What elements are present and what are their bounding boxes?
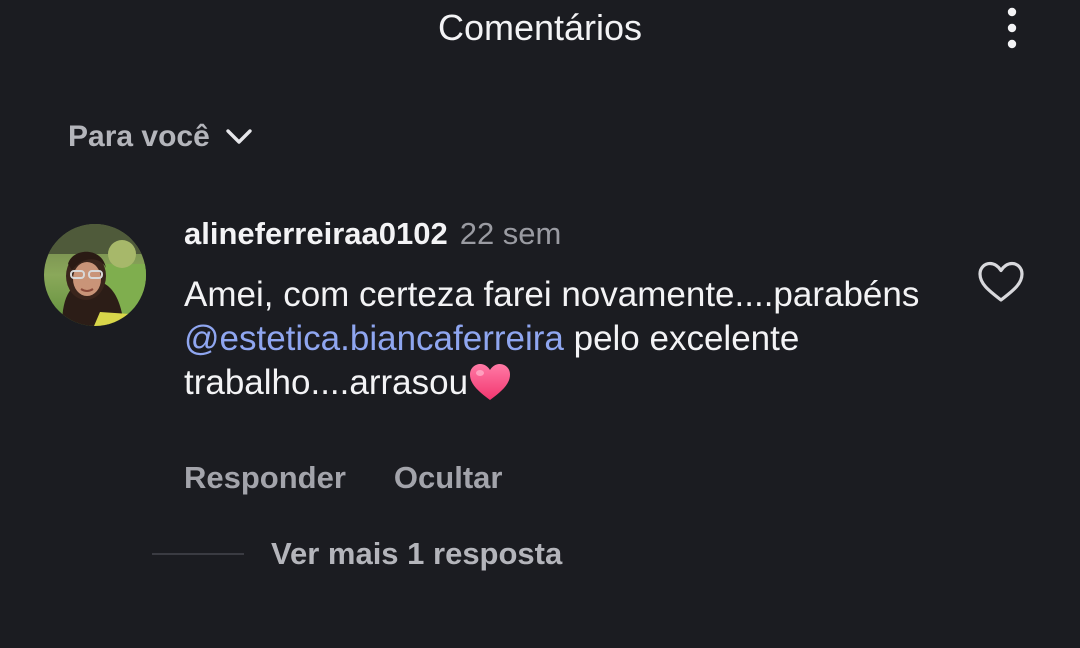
comments-screen: Comentários Para você alineferreiraa0102… (0, 0, 1080, 648)
filter-label: Para você (68, 120, 210, 153)
view-replies-row: Ver mais 1 resposta (152, 536, 562, 572)
reply-button[interactable]: Responder (184, 460, 346, 496)
mention-link[interactable]: @estetica.biancaferreira (184, 319, 564, 358)
heart-outline-icon (978, 261, 1024, 302)
chevron-down-icon (226, 129, 252, 144)
more-options-button[interactable] (992, 4, 1032, 52)
pink-heart-emoji (470, 364, 511, 400)
username-link[interactable]: alineferreiraa0102 (184, 216, 448, 252)
like-button[interactable] (974, 258, 1028, 306)
user-photo (44, 224, 146, 326)
comment-text: Amei, com certeza farei novamente....par… (184, 273, 944, 405)
vertical-ellipsis-icon (1007, 7, 1017, 49)
view-more-replies-button[interactable]: Ver mais 1 resposta (271, 536, 562, 572)
comment-actions: Responder Ocultar (184, 460, 502, 496)
avatar[interactable] (44, 224, 146, 326)
sort-filter-dropdown[interactable]: Para você (68, 115, 254, 159)
divider (152, 553, 244, 555)
comment-text-part: Amei, com certeza farei novamente....par… (184, 275, 920, 314)
comment-timestamp: 22 sem (459, 216, 562, 251)
comment-header: alineferreiraa0102 22 sem (184, 216, 561, 256)
page-title: Comentários (437, 7, 643, 48)
hide-button[interactable]: Ocultar (394, 460, 503, 496)
